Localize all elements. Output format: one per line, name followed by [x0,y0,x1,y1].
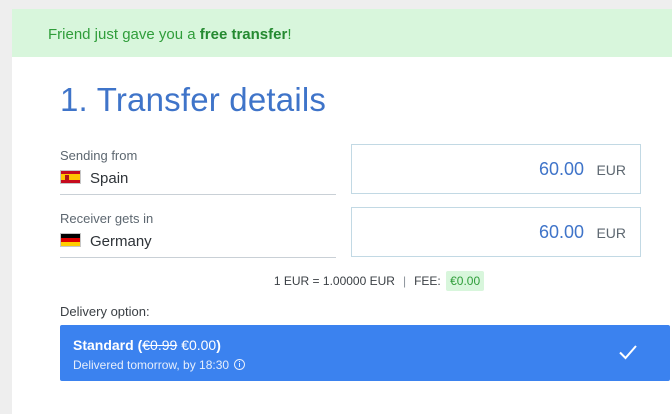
info-icon[interactable] [234,359,246,370]
receiver-gets-label: Receiver gets in [60,211,154,226]
banner-text: Friend just gave you a free transfer! [48,26,291,43]
delivery-new-price: €0.00 [181,337,217,353]
page-title: 1. Transfer details [60,81,327,118]
germany-flag-icon [60,233,81,247]
transfer-card: Friend just gave you a free transfer! 1.… [12,9,672,414]
receiving-currency[interactable]: EUR [596,225,626,241]
spain-flag-icon [60,170,81,184]
sending-country-name: Spain [90,170,129,187]
rate-separator: | [402,274,407,288]
exchange-rate: 1 EUR = 1.00000 EUR [273,274,395,288]
receiving-country-name: Germany [90,233,152,250]
receiving-amount-input[interactable]: 60.00 EUR [351,207,641,257]
delivery-option-title: Standard [73,337,134,353]
sending-country-select[interactable]: Sending from Spain [60,146,336,195]
check-icon [619,345,637,360]
sending-amount-input[interactable]: 60.00 EUR [351,144,641,194]
receiving-country-select[interactable]: Receiver gets in Germany [60,209,336,258]
rate-fee-line: 1 EUR = 1.00000 EUR | FEE: €0.00 [12,271,672,291]
sending-amount-value: 60.00 [538,159,584,179]
sending-from-label: Sending from [60,148,138,163]
sending-currency[interactable]: EUR [596,162,626,178]
delivery-option-standard[interactable]: Standard (€0.99 €0.00) Delivered tomorro… [60,325,670,381]
delivery-eta: Delivered tomorrow, by 18:30 [73,358,230,372]
banner-text-bold: free transfer [199,26,288,43]
delivery-old-price: €0.99 [142,337,178,353]
fee-label: FEE: [414,274,441,288]
delivery-option-name: Standard (€0.99 €0.00) [73,337,221,353]
banner-text-end: ! [287,26,292,43]
receiving-amount-value: 60.00 [538,222,584,242]
delivery-option-subtitle: Delivered tomorrow, by 18:30 [73,358,246,372]
banner-text-start: Friend just gave you a [48,26,200,43]
delivery-option-label: Delivery option: [60,304,150,319]
free-transfer-banner: Friend just gave you a free transfer! [12,9,672,57]
fee-value-badge: €0.00 [446,271,485,291]
